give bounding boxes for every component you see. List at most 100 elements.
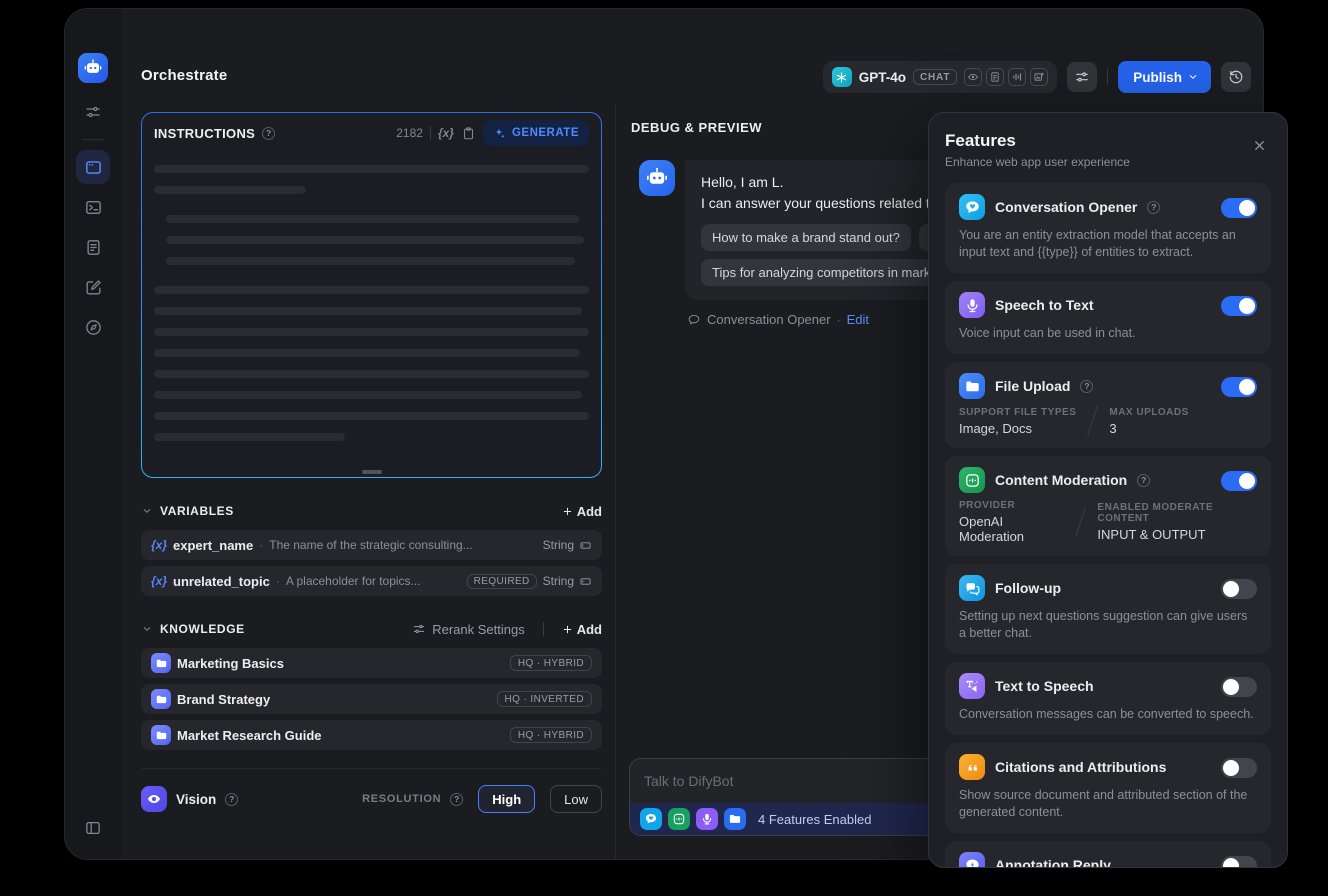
dataset-badge: HQ · HYBRID	[509, 727, 592, 743]
bot-avatar	[639, 160, 675, 196]
copy-icon[interactable]	[461, 126, 476, 141]
feature-toggle[interactable]	[1221, 579, 1257, 599]
model-name: GPT-4o	[858, 69, 906, 85]
sidebar-item-terminal[interactable]	[76, 190, 110, 224]
text-skeleton-line	[154, 186, 307, 194]
text-skeleton-line	[154, 328, 589, 336]
dataset-folder-icon	[151, 725, 171, 745]
version-history-icon[interactable]	[1221, 62, 1251, 92]
feature-toggle[interactable]	[1221, 758, 1257, 778]
document-capability-icon	[986, 68, 1005, 86]
chevron-down-icon[interactable]	[141, 623, 153, 635]
variables-title: VARIABLES	[160, 504, 234, 518]
features-panel-subtitle: Enhance web app user experience	[945, 155, 1130, 169]
feature-toggle[interactable]	[1221, 198, 1257, 218]
add-variable-button[interactable]: Add	[562, 504, 602, 519]
sidebar-item-orchestrate[interactable]	[76, 150, 110, 184]
knowledge-row[interactable]: Brand Strategy HQ · INVERTED	[141, 684, 602, 714]
help-icon[interactable]	[1080, 379, 1094, 393]
generate-button[interactable]: GENERATE	[482, 120, 589, 146]
chat-double-icon	[959, 575, 985, 601]
instructions-panel[interactable]: INSTRUCTIONS 2182 {x} GENERATE	[141, 112, 602, 478]
sliders-icon	[412, 622, 426, 636]
edit-opener-link[interactable]: Edit	[847, 312, 869, 327]
sparkle-icon	[493, 127, 506, 140]
feature-toggle[interactable]	[1221, 471, 1257, 491]
features-panel: Features Enhance web app user experience…	[928, 112, 1288, 868]
mic-icon[interactable]	[696, 808, 718, 830]
required-badge: REQUIRED	[466, 573, 537, 589]
variable-name: expert_name	[173, 537, 254, 553]
chat-heart-icon[interactable]	[640, 808, 662, 830]
model-settings-icon[interactable]	[78, 97, 108, 127]
dataset-badge: HQ · INVERTED	[496, 691, 592, 707]
knowledge-row[interactable]: Marketing Basics HQ · HYBRID	[141, 648, 602, 678]
rail-nav	[76, 150, 110, 350]
chevron-down-icon[interactable]	[141, 505, 153, 517]
variable-row[interactable]: {x} unrelated_topic · A placeholder for …	[141, 566, 602, 596]
opener-label: Conversation Opener	[707, 312, 831, 327]
vision-capability-icon	[964, 68, 983, 86]
dataset-folder-icon	[151, 653, 171, 673]
feature-toggle[interactable]	[1221, 856, 1257, 867]
feature-name: File Upload	[995, 378, 1071, 394]
help-icon[interactable]	[1147, 200, 1161, 214]
variable-name: unrelated_topic	[173, 573, 270, 589]
feature-toggle[interactable]	[1221, 296, 1257, 316]
help-icon[interactable]	[225, 792, 239, 806]
moderation-icon	[959, 467, 985, 493]
folder-icon[interactable]	[724, 808, 746, 830]
rerank-settings-button[interactable]: Rerank Settings	[412, 622, 525, 637]
help-icon[interactable]	[450, 792, 464, 806]
variable-row[interactable]: {x} expert_name · The name of the strate…	[141, 530, 602, 560]
variable-type: String	[543, 538, 592, 552]
feature-card: Text to Speech Conversation messages can…	[945, 662, 1271, 735]
variables-header: VARIABLES Add	[141, 498, 602, 524]
feature-toggle[interactable]	[1221, 377, 1257, 397]
suggestion-chip[interactable]: How to make a brand stand out?	[701, 224, 911, 251]
sidebar-item-logs[interactable]	[76, 230, 110, 264]
feature-toggle[interactable]	[1221, 677, 1257, 697]
char-count: 2182	[396, 126, 423, 140]
model-selector[interactable]: GPT-4o CHAT	[822, 61, 1058, 93]
tts-icon	[959, 673, 985, 699]
topbar-divider	[1107, 69, 1109, 85]
variable-icon: {x}	[151, 538, 168, 552]
help-icon[interactable]	[1137, 473, 1151, 487]
terminal-icon	[84, 198, 103, 217]
feature-card: File Upload SUPPORT FILE TYPES Image, Do…	[945, 362, 1271, 448]
debug-preview-title: DEBUG & PREVIEW	[631, 120, 763, 135]
feature-description: Setting up next questions suggestion can…	[959, 609, 1248, 640]
help-icon[interactable]	[262, 126, 276, 140]
knowledge-row[interactable]: Market Research Guide HQ · HYBRID	[141, 720, 602, 750]
feature-card: Content Moderation PROVIDER OpenAI Moder…	[945, 456, 1271, 556]
text-skeleton-line	[166, 215, 580, 223]
sidebar-item-annotation[interactable]	[76, 270, 110, 304]
chat-bubble-icon	[687, 313, 701, 327]
sidebar-item-monitoring[interactable]	[76, 310, 110, 344]
feature-meta: PROVIDER OpenAI Moderation ENABLED MODER…	[959, 500, 1257, 544]
collapse-sidebar-icon[interactable]	[78, 813, 108, 843]
insert-variable-button[interactable]: {x}	[438, 126, 454, 140]
instructions-title: INSTRUCTIONS	[154, 125, 256, 141]
feature-name: Text to Speech	[995, 678, 1094, 694]
quote-icon	[959, 754, 985, 780]
publish-button[interactable]: Publish	[1118, 61, 1211, 93]
meta-value: Image, Docs	[959, 420, 1032, 436]
close-icon[interactable]	[1247, 133, 1271, 157]
app-logo[interactable]	[78, 53, 108, 83]
instructions-text[interactable]	[142, 153, 601, 441]
variables-list: {x} expert_name · The name of the strate…	[141, 530, 602, 596]
meta-label: SUPPORT FILE TYPES	[959, 406, 1077, 418]
resize-handle[interactable]	[361, 470, 382, 474]
vision-resolution-high[interactable]: High	[478, 785, 536, 813]
variable-type: String	[543, 574, 592, 588]
moderation-icon[interactable]	[668, 808, 690, 830]
vision-resolution-low[interactable]: Low	[550, 785, 602, 813]
meta-value: INPUT & OUTPUT	[1097, 527, 1206, 542]
meta-label: PROVIDER	[959, 500, 1016, 511]
model-params-icon[interactable]	[1067, 62, 1098, 92]
knowledge-title: KNOWLEDGE	[160, 622, 245, 636]
add-knowledge-button[interactable]: Add	[562, 622, 602, 637]
folder-icon	[959, 373, 985, 399]
